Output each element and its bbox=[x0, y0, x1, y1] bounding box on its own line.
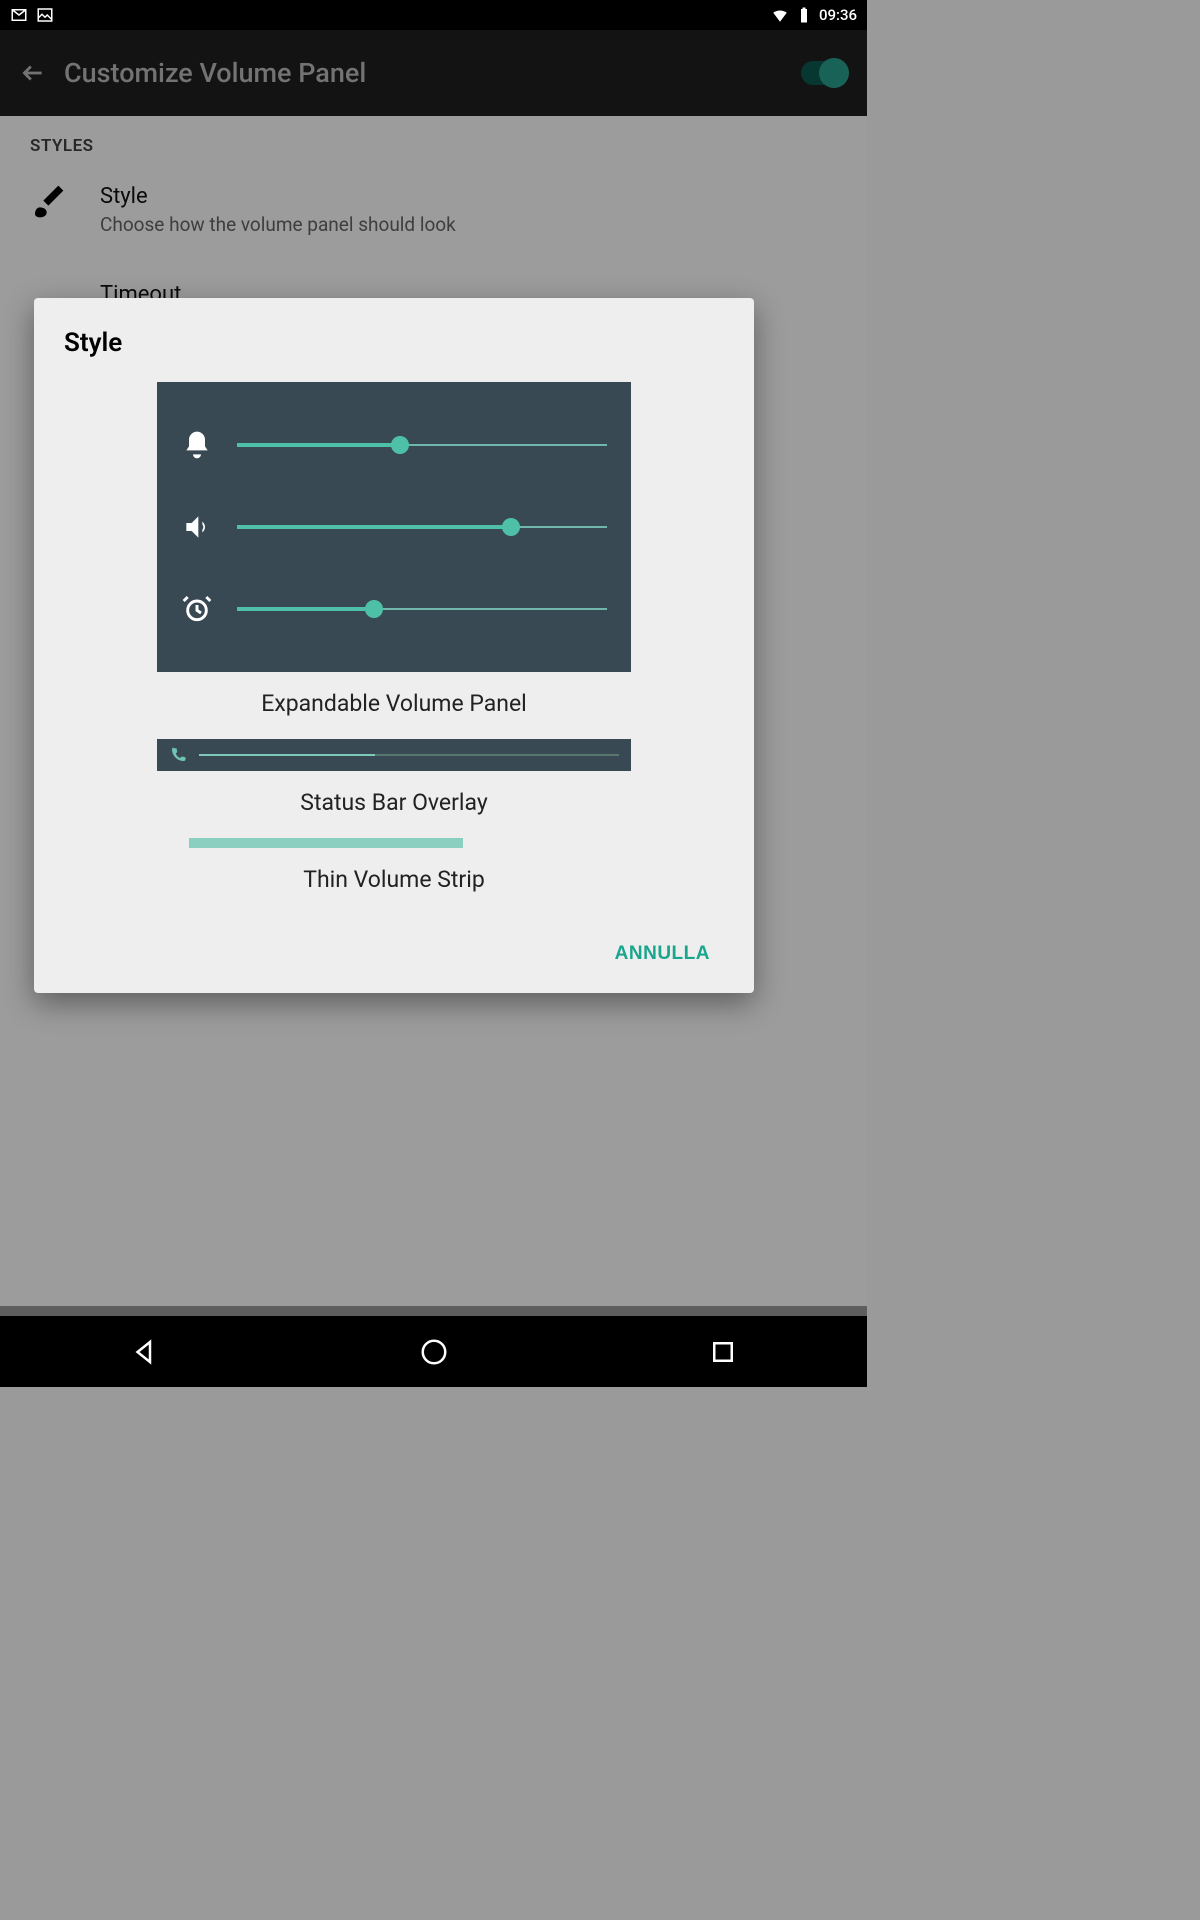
option-thinstrip-preview[interactable] bbox=[189, 838, 463, 848]
battery-icon bbox=[795, 6, 813, 24]
image-icon bbox=[36, 6, 54, 24]
wifi-icon bbox=[771, 6, 789, 24]
alarm-icon bbox=[181, 593, 213, 625]
status-bar: 09:36 bbox=[0, 0, 867, 30]
speaker-slider[interactable] bbox=[237, 515, 607, 539]
option-expandable-preview[interactable] bbox=[157, 382, 631, 672]
style-dialog: Style bbox=[34, 298, 754, 993]
alarm-slider[interactable] bbox=[237, 597, 607, 621]
cancel-button[interactable]: ANNULLA bbox=[601, 933, 724, 975]
phone-icon bbox=[169, 746, 187, 764]
navigation-bar bbox=[0, 1316, 867, 1387]
statusbar-slider[interactable] bbox=[199, 754, 619, 756]
bell-slider[interactable] bbox=[237, 433, 607, 457]
nav-back-icon[interactable] bbox=[130, 1337, 160, 1367]
dialog-title: Style bbox=[64, 328, 724, 358]
option-statusbar-preview[interactable] bbox=[157, 739, 631, 771]
bell-icon bbox=[181, 429, 213, 461]
nav-home-icon[interactable] bbox=[419, 1337, 449, 1367]
speaker-icon bbox=[181, 511, 213, 543]
screen: 09:36 Customize Volume Panel STYLES Styl… bbox=[0, 0, 867, 1387]
nav-recent-icon[interactable] bbox=[708, 1337, 738, 1367]
option-label-thinstrip[interactable]: Thin Volume Strip bbox=[64, 866, 724, 893]
status-time: 09:36 bbox=[819, 6, 857, 24]
gmail-icon bbox=[10, 6, 28, 24]
option-label-statusbar[interactable]: Status Bar Overlay bbox=[64, 789, 724, 816]
option-label-expandable[interactable]: Expandable Volume Panel bbox=[64, 690, 724, 717]
